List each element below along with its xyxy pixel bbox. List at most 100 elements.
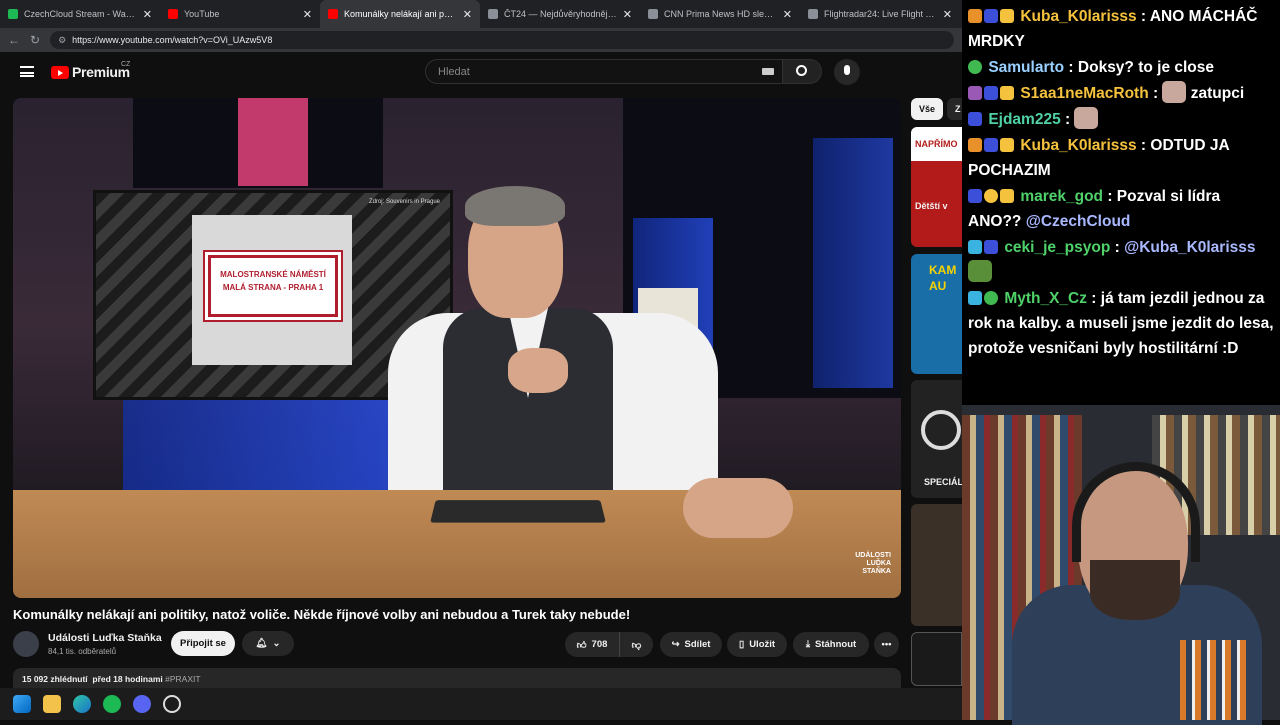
bookmark-icon: ▯ <box>738 639 745 650</box>
close-tab-icon[interactable]: ✕ <box>463 8 472 21</box>
close-tab-icon[interactable]: ✕ <box>623 8 632 21</box>
file-explorer-icon[interactable] <box>43 695 61 713</box>
thumbnail-sublabel: Dětští v <box>915 201 948 211</box>
suggested-video-thumbnail[interactable]: SPECIÁL <box>911 380 962 498</box>
thumbnail-label: KAM AU <box>929 263 957 293</box>
tab-title: Komunálky nelákají ani politiky, na <box>344 9 457 19</box>
search-input[interactable]: Hledat <box>425 59 783 84</box>
browser-tab[interactable]: CNN Prima News HD sledujte onl ✕ <box>640 0 800 28</box>
site-info-icon[interactable]: ⚙ <box>58 35 66 46</box>
back-icon[interactable]: ← <box>8 33 20 47</box>
browser-tab[interactable]: YouTube ✕ <box>160 0 320 28</box>
share-button[interactable]: ↪ Sdílet <box>660 632 722 657</box>
channel-avatar[interactable] <box>13 631 39 657</box>
video-player[interactable]: MALOSTRANSKÉ NÁMĚSTÍ MALÁ STRANA - PRAHA… <box>13 98 901 598</box>
badge-icon <box>968 291 982 305</box>
chip-all[interactable]: Vše <box>911 98 944 120</box>
chat-message: Myth_X_Cz : já tam jezdil jednou za rok … <box>968 290 1274 357</box>
join-button[interactable]: Připojit se <box>171 631 235 656</box>
edge-browser-icon[interactable] <box>73 695 91 713</box>
close-tab-icon[interactable]: ✕ <box>143 8 152 21</box>
thumbnail-label: NAPŘÍMO <box>911 127 962 161</box>
crown-badge-icon <box>1000 138 1014 152</box>
close-tab-icon[interactable]: ✕ <box>943 8 952 21</box>
os-taskbar <box>0 688 962 720</box>
chat-username: S1aa1neMacRoth <box>1020 85 1149 102</box>
more-actions-button[interactable]: ••• <box>874 632 899 657</box>
save-button[interactable]: ▯ Uložit <box>727 632 787 657</box>
browser-tab-bar: CzechCloud Stream - Watch Live o ✕ YouTub… <box>0 0 962 28</box>
suggested-video-thumbnail[interactable] <box>911 632 962 686</box>
windows-start-icon[interactable] <box>13 695 31 713</box>
chat-message: Ejdam225 : <box>968 107 1274 132</box>
tab-title: YouTube <box>184 9 220 19</box>
badge-icon <box>984 189 998 203</box>
hashtag-link[interactable]: #PRAXIT <box>165 674 200 684</box>
microphone-icon <box>844 65 850 75</box>
url-field[interactable]: ⚙ https://www.youtube.com/watch?v=OVi_UAz… <box>50 31 954 49</box>
tv-image: MALOSTRANSKÉ NÁMĚSTÍ MALÁ STRANA - PRAHA… <box>192 215 352 365</box>
anime-emote-icon <box>1162 81 1187 103</box>
tab-favicon-icon <box>8 9 18 19</box>
share-icon: ↪ <box>671 639 680 650</box>
obs-icon[interactable] <box>163 695 181 713</box>
street-sign: MALOSTRANSKÉ NÁMĚSTÍ MALÁ STRANA - PRAHA… <box>208 255 338 317</box>
tablet <box>430 500 606 523</box>
download-label: Stáhnout <box>815 639 857 650</box>
frog-emote-icon <box>968 260 992 282</box>
suggested-video-thumbnail[interactable]: NAPŘÍMO Dětští v <box>911 127 962 247</box>
description-box[interactable]: 15 092 zhlédnutí před 18 hodinami #PRAXI… <box>13 668 901 688</box>
street-sign-line2: MALÁ STRANA - PRAHA 1 <box>222 283 324 292</box>
chat-message: Samularto : Doksy? to je close <box>968 55 1274 80</box>
channel-name[interactable]: Události Luďka Staňka <box>48 632 162 644</box>
crown-badge-icon <box>1000 86 1014 100</box>
like-button[interactable]: 👍︎ 708 <box>565 632 619 657</box>
face-emote-icon <box>1074 107 1099 129</box>
chat-message: S1aa1neMacRoth : zatupci <box>968 81 1274 106</box>
street-sign-line1: MALOSTRANSKÉ NÁMĚSTÍ <box>220 270 326 279</box>
tab-favicon-icon <box>488 9 498 19</box>
voice-search-button[interactable] <box>834 59 860 85</box>
thumbs-up-icon: 👍︎ <box>576 639 587 651</box>
url-text: https://www.youtube.com/watch?v=OVi_UAzw… <box>72 35 273 45</box>
keyboard-icon[interactable] <box>762 68 774 75</box>
notifications-button[interactable]: 🔔︎ ⌄ <box>242 631 294 656</box>
badge-icon <box>968 9 982 23</box>
search-button[interactable] <box>782 59 822 84</box>
browser-tab[interactable]: Flightradar24: Live Flight Tracker ✕ <box>800 0 960 28</box>
browser-tab[interactable]: CzechCloud Stream - Watch Live o ✕ <box>0 0 160 28</box>
presenter-hair <box>465 186 565 226</box>
badge-icon <box>984 86 998 100</box>
chat-mention: @Kuba_K0larisss <box>1124 239 1256 256</box>
save-label: Uložit <box>749 639 776 650</box>
filter-chips: Vše Z <box>911 98 969 120</box>
hamburger-menu-icon[interactable] <box>20 66 34 77</box>
badge-icon <box>968 86 982 100</box>
browser-tab-active[interactable]: Komunálky nelákají ani politiky, na ✕ <box>320 0 480 28</box>
dislike-button[interactable]: 👎︎ <box>619 632 653 657</box>
badge-icon <box>968 112 982 126</box>
close-tab-icon[interactable]: ✕ <box>303 8 312 21</box>
channel-watermark: UDÁLOSTI LUĎKA STAŇKA <box>855 552 891 575</box>
download-button[interactable]: ⤓ Stáhnout <box>793 632 869 657</box>
reload-icon[interactable]: ↻ <box>30 33 40 47</box>
badge-icon <box>968 60 982 74</box>
thumbnail-label: SPECIÁL <box>924 477 962 487</box>
more-icon: ••• <box>881 639 892 650</box>
badge-icon <box>968 138 982 152</box>
chat-username: Myth_X_Cz <box>1004 290 1087 307</box>
suggested-video-thumbnail[interactable] <box>911 504 962 626</box>
close-tab-icon[interactable]: ✕ <box>783 8 792 21</box>
youtube-logo-icon[interactable] <box>51 66 69 79</box>
chat-username: Kuba_K0larisss <box>1020 137 1137 154</box>
suggested-video-thumbnail[interactable]: KAM AU <box>911 254 962 374</box>
spotify-icon[interactable] <box>103 695 121 713</box>
browser-tab[interactable]: ČT24 — Nejdůvěryhodnější zprav ✕ <box>480 0 640 28</box>
chat-text: Doksy? to je close <box>1077 59 1215 76</box>
chevron-down-icon: ⌄ <box>272 638 281 649</box>
tab-favicon-icon <box>168 9 178 19</box>
chat-message: ceki_je_psyop : @Kuba_K0larisss <box>968 235 1274 285</box>
badge-icon <box>984 291 998 305</box>
view-count-date: 15 092 zhlédnutí před 18 hodinami <box>22 674 163 684</box>
discord-icon[interactable] <box>133 695 151 713</box>
